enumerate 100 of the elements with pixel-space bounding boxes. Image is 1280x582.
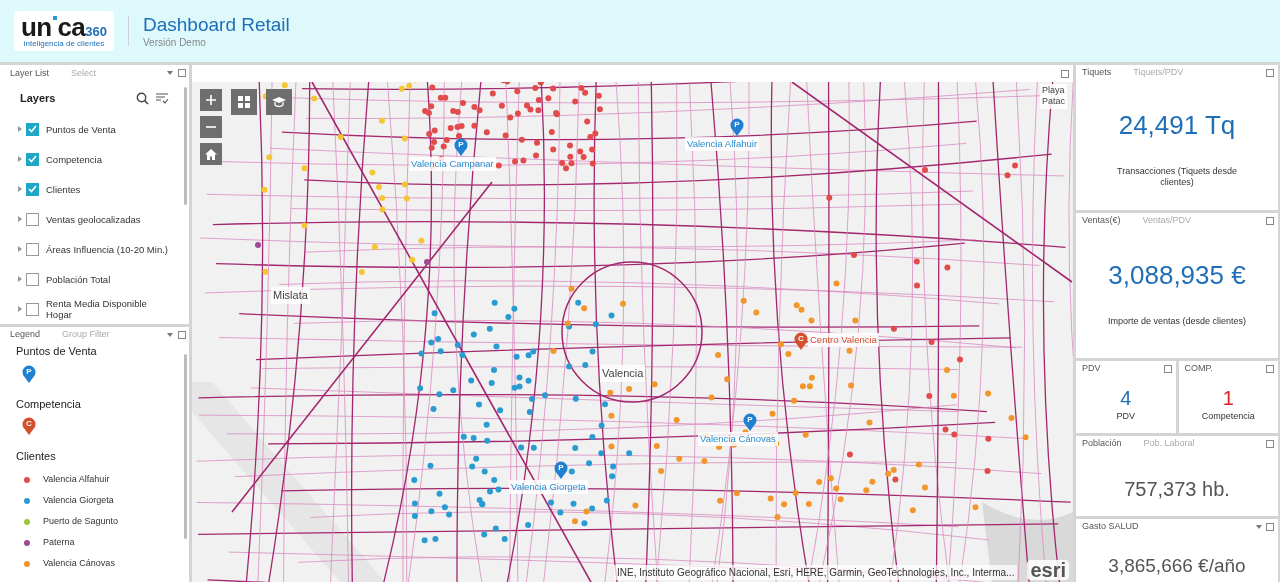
- basemap-gallery-button[interactable]: [231, 89, 257, 115]
- pin-letter: P: [557, 463, 565, 473]
- indicator-caption: Importe de ventas (desde clientes): [1106, 316, 1248, 327]
- card-title: Población: [1082, 436, 1122, 450]
- marker-label: Valencia Alfahuir: [685, 137, 760, 152]
- checkbox[interactable]: [26, 122, 39, 136]
- maximize-icon[interactable]: [178, 331, 186, 339]
- panel-menu-caret-icon[interactable]: [167, 333, 173, 337]
- layers-toggle-button[interactable]: [266, 89, 292, 115]
- search-icon[interactable]: [136, 91, 149, 105]
- legend-label: Valencia Cánovas: [43, 557, 115, 571]
- pin-letter: P: [457, 140, 465, 150]
- app-subtitle: Versión Demo: [143, 36, 207, 50]
- expand-caret-icon[interactable]: [18, 126, 22, 132]
- scrollbar[interactable]: [184, 354, 187, 539]
- legend-heading: Competencia: [16, 396, 82, 412]
- legend-heading: Puntos de Venta: [16, 344, 98, 359]
- indicator-value: 1: [1222, 388, 1234, 408]
- card-title: Gasto SALUD: [1082, 519, 1139, 533]
- pin-letter: P: [733, 120, 741, 130]
- legend-label: Valencia Alfahuir: [43, 473, 110, 487]
- grid-icon: [237, 95, 251, 109]
- checkbox[interactable]: [26, 212, 39, 226]
- maximize-icon[interactable]: [1266, 365, 1274, 373]
- marker-label: Valencia Campanar: [409, 157, 496, 172]
- zoom-out-button[interactable]: [200, 116, 222, 138]
- checkbox[interactable]: [26, 182, 39, 196]
- card-tab[interactable]: Pob. Laboral: [1143, 436, 1195, 451]
- home-icon: [204, 147, 218, 161]
- maximize-icon[interactable]: [1061, 69, 1069, 78]
- expand-caret-icon[interactable]: [18, 276, 22, 282]
- maximize-icon[interactable]: [1266, 440, 1274, 448]
- marker-label: Centro Valencia: [808, 333, 879, 348]
- card-title: COMP.: [1184, 361, 1213, 375]
- place-label: Mislata: [271, 287, 310, 304]
- maximize-icon[interactable]: [1163, 365, 1172, 373]
- filter-list-icon[interactable]: [155, 92, 169, 105]
- marker-label: Valencia Giorgeta: [509, 480, 588, 495]
- zoom-in-button[interactable]: [200, 89, 222, 111]
- logo-suffix: 360: [85, 25, 107, 38]
- legend-heading: Clientes: [16, 449, 57, 464]
- checkbox[interactable]: [26, 302, 39, 316]
- checkbox[interactable]: [26, 152, 39, 166]
- panel-heading: Layers: [20, 91, 57, 107]
- panel-tab[interactable]: Layer List: [10, 67, 50, 81]
- place-label: Valencia: [600, 365, 646, 382]
- pin-letter: C: [25, 419, 33, 429]
- indicator-value: 757,373 hb.: [1124, 479, 1230, 499]
- indicator-value: 4: [1120, 388, 1132, 408]
- checkbox[interactable]: [26, 272, 39, 286]
- legend-label: Valencia Giorgeta: [43, 494, 114, 508]
- logo-text: ca: [57, 14, 86, 40]
- expand-caret-icon[interactable]: [18, 306, 22, 312]
- indicator-value: 24,491 Tq: [1118, 112, 1236, 138]
- plus-icon: [205, 94, 217, 106]
- indicator-caption: Transacciones (Tiquets desde clientes): [1116, 166, 1238, 188]
- layer-label: Clientes: [46, 183, 81, 195]
- expand-caret-icon[interactable]: [18, 156, 22, 162]
- checkbox[interactable]: [26, 242, 39, 256]
- scrollbar[interactable]: [184, 87, 187, 205]
- home-button[interactable]: [200, 143, 222, 165]
- layer-label: Áreas Influencia (10-20 Min.): [46, 243, 168, 255]
- map-provider-logo: esri: [1027, 560, 1069, 580]
- maximize-icon[interactable]: [1266, 69, 1274, 77]
- logo-tagline: inteligencia de clientes: [23, 40, 105, 48]
- maximize-icon[interactable]: [1266, 523, 1274, 531]
- logo-text: un: [21, 14, 52, 40]
- card-title: Ventas(€): [1082, 213, 1121, 227]
- card-tab[interactable]: Ventas/PDV: [1142, 213, 1192, 228]
- indicator-value: 3,865,666 €/año: [1108, 556, 1246, 575]
- maximize-icon[interactable]: [178, 69, 186, 77]
- panel-tab[interactable]: Group Filter: [62, 327, 110, 342]
- legend-label: Paterna: [43, 536, 75, 550]
- panel-menu-caret-icon[interactable]: [167, 71, 173, 75]
- place-label: Patac: [1040, 95, 1067, 109]
- legend-label: Puerto de Sagunto: [43, 515, 119, 529]
- card-tab[interactable]: Tiquets/PDV: [1133, 65, 1184, 80]
- app-title: Dashboard Retail: [143, 12, 290, 37]
- layer-label: Puntos de Venta: [46, 123, 116, 135]
- panel-tab[interactable]: Select: [71, 67, 97, 81]
- maximize-icon[interactable]: [1266, 217, 1274, 225]
- indicator-caption: Competencia: [1201, 411, 1255, 422]
- expand-caret-icon[interactable]: [18, 216, 22, 222]
- card-title: PDV: [1082, 361, 1101, 375]
- layer-label: Población Total: [46, 273, 111, 285]
- card-menu-caret-icon[interactable]: [1256, 525, 1262, 529]
- expand-caret-icon[interactable]: [18, 186, 22, 192]
- panel-tab[interactable]: Legend: [10, 327, 41, 342]
- mortarboard-icon: [271, 95, 287, 109]
- indicator-caption: PDV: [1116, 411, 1135, 422]
- map-attribution: INE, Instituto Geográfico Nacional, Esri, HERE, Garmin, GeoTechnologies, Inc., Interma...: [614, 565, 1018, 580]
- pin-letter: P: [25, 366, 33, 377]
- expand-caret-icon[interactable]: [18, 246, 22, 252]
- indicator-value: 3,088,935 €: [1108, 262, 1246, 288]
- layer-label: Competencia: [46, 153, 102, 165]
- card-title: Tiquets: [1082, 65, 1112, 79]
- pin-letter: P: [746, 415, 754, 425]
- layer-label: Renta Media Disponible Hogar: [46, 298, 148, 320]
- layer-label: Ventas geolocalizadas: [46, 213, 141, 225]
- pin-letter: C: [797, 334, 805, 344]
